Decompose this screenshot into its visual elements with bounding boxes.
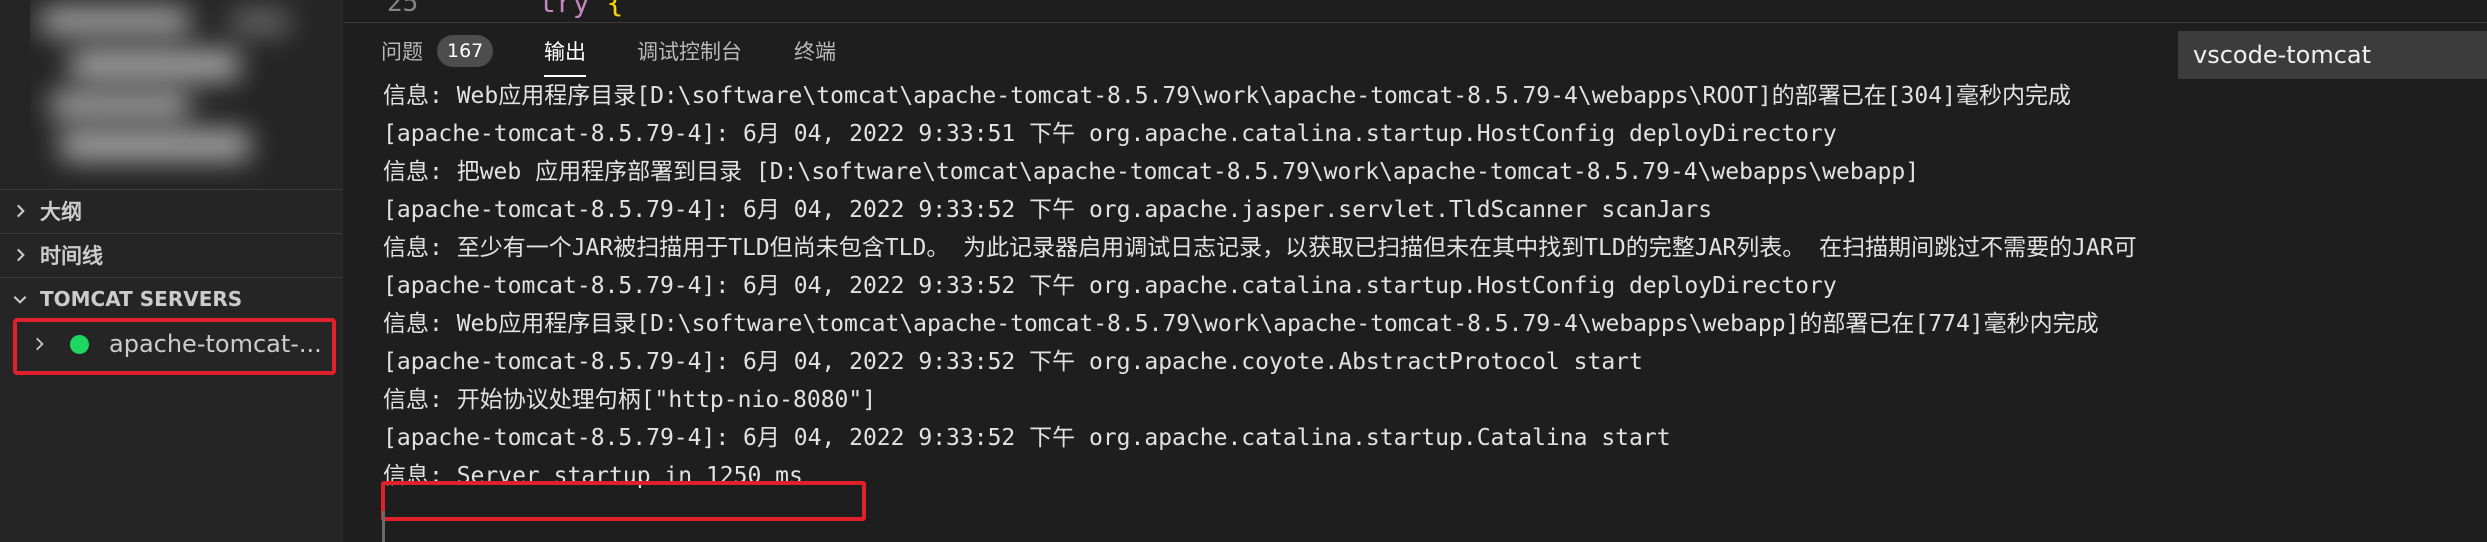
editor-code: try { bbox=[539, 0, 623, 19]
output-channel-select[interactable]: vscode-tomcat bbox=[2178, 31, 2487, 79]
timeline-section-label: 时间线 bbox=[40, 243, 103, 268]
panel-tab-bar: 问题 167 输出 调试控制台 终端 vscode-tomcat bbox=[344, 23, 2487, 79]
log-line: 信息: 把web 应用程序部署到目录 [D:\software\tomcat\a… bbox=[383, 159, 1920, 185]
log-line: [apache-tomcat-8.5.79-4]: 6月 04, 2022 9:… bbox=[383, 121, 1837, 147]
tab-problems-label: 问题 bbox=[381, 40, 423, 64]
log-line: 信息: Web应用程序目录[D:\software\tomcat\apache-… bbox=[383, 311, 2099, 337]
chevron-down-icon bbox=[0, 290, 40, 308]
tomcat-server-name: apache-tomcat-... bbox=[109, 330, 322, 358]
server-startup-line: 信息: Server startup in 1250 ms bbox=[383, 463, 803, 489]
bottom-panel: 问题 167 输出 调试控制台 终端 vscode-tomcat 信息: Web… bbox=[344, 22, 2487, 542]
chevron-right-icon bbox=[20, 335, 58, 353]
timeline-section-header[interactable]: 时间线 bbox=[0, 233, 342, 275]
explorer-sidebar: 大纲 时间线 TOMCAT SERVERS apache-tomcat-... bbox=[0, 0, 343, 542]
code-keyword: try bbox=[539, 0, 590, 19]
chevron-right-icon bbox=[0, 246, 40, 264]
tab-output-label: 输出 bbox=[544, 40, 586, 64]
tomcat-server-item[interactable]: apache-tomcat-... bbox=[0, 317, 342, 371]
editor-line-number: 25 bbox=[387, 0, 419, 18]
chevron-right-icon bbox=[0, 202, 40, 220]
output-cursor bbox=[382, 511, 385, 542]
problems-count-badge: 167 bbox=[437, 35, 494, 67]
outline-section-label: 大纲 bbox=[40, 199, 82, 224]
tab-debug-console-label: 调试控制台 bbox=[637, 40, 742, 64]
log-line: [apache-tomcat-8.5.79-4]: 6月 04, 2022 9:… bbox=[383, 425, 1671, 451]
log-line: 信息: 开始协议处理句柄["http-nio-8080"] bbox=[383, 387, 877, 413]
running-status-icon bbox=[70, 334, 89, 354]
code-brace: { bbox=[606, 0, 624, 19]
log-line: [apache-tomcat-8.5.79-4]: 6月 04, 2022 9:… bbox=[383, 273, 1837, 299]
main-area: 25 try { 问题 167 输出 调试控制台 终端 vscode-tomca… bbox=[344, 0, 2487, 542]
log-line: [apache-tomcat-8.5.79-4]: 6月 04, 2022 9:… bbox=[383, 349, 1643, 375]
tab-problems[interactable]: 问题 167 bbox=[381, 31, 494, 71]
vscode-window: 大纲 时间线 TOMCAT SERVERS apache-tomcat-... … bbox=[0, 0, 2487, 542]
tomcat-servers-section-header[interactable]: TOMCAT SERVERS bbox=[0, 277, 342, 319]
tab-output[interactable]: 输出 bbox=[544, 31, 586, 77]
editor-remnant: 25 try { bbox=[344, 0, 2487, 22]
output-channel-value: vscode-tomcat bbox=[2193, 41, 2372, 69]
tab-debug-console[interactable]: 调试控制台 bbox=[637, 31, 742, 71]
log-line: [apache-tomcat-8.5.79-4]: 6月 04, 2022 9:… bbox=[383, 197, 1713, 223]
tab-terminal[interactable]: 终端 bbox=[794, 31, 836, 71]
outline-section-header[interactable]: 大纲 bbox=[0, 189, 342, 231]
log-line: 信息: Web应用程序目录[D:\software\tomcat\apache-… bbox=[383, 83, 2071, 109]
output-log[interactable]: 信息: Web应用程序目录[D:\software\tomcat\apache-… bbox=[344, 77, 2487, 542]
blurred-file-tree bbox=[30, 0, 340, 185]
log-line: 信息: 至少有一个JAR被扫描用于TLD但尚未包含TLD。 为此记录器启用调试日… bbox=[383, 235, 2137, 261]
tomcat-servers-section-label: TOMCAT SERVERS bbox=[40, 286, 243, 311]
tab-terminal-label: 终端 bbox=[794, 40, 836, 64]
